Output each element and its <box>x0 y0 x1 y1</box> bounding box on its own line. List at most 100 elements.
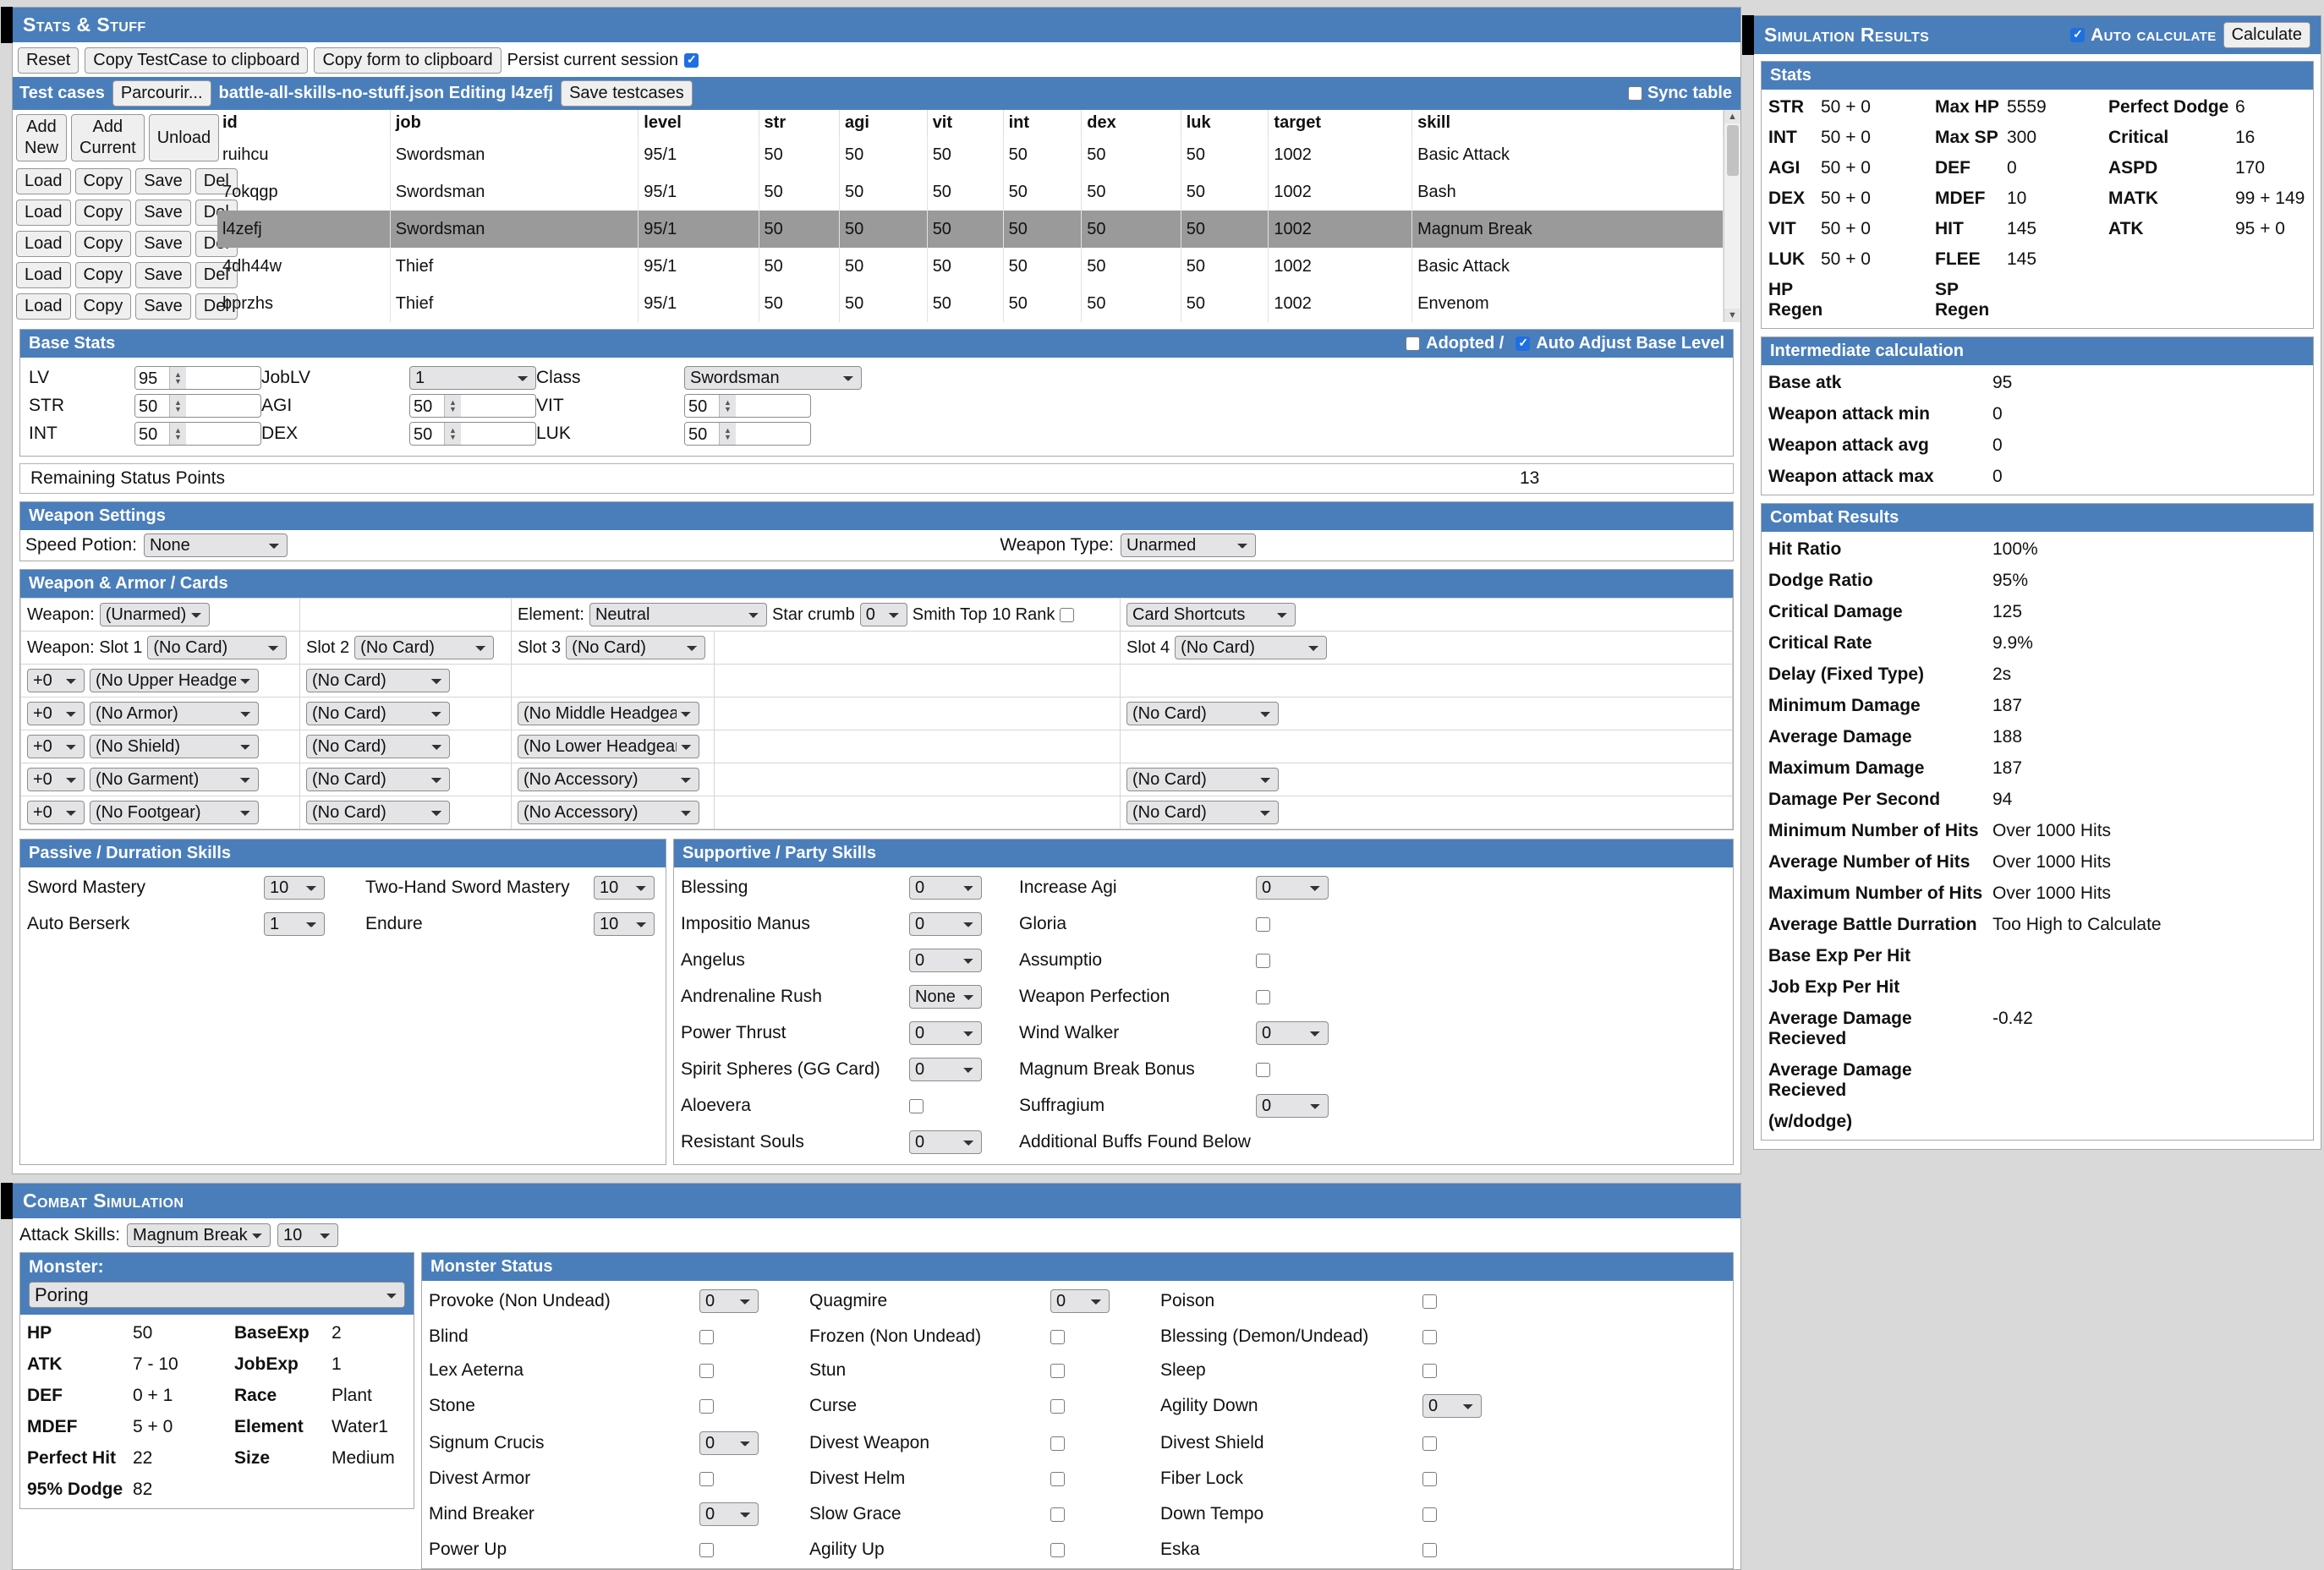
unload-button[interactable]: Unload <box>149 114 219 161</box>
passive-skill-select[interactable]: 10 <box>264 876 325 900</box>
monster-status-checkbox[interactable] <box>699 1543 714 1557</box>
save-testcases-button[interactable]: Save testcases <box>561 80 693 107</box>
extra-card-select[interactable]: (No Card) <box>1126 768 1279 791</box>
gear-select[interactable]: (No Armor) <box>90 702 259 725</box>
int-spinner[interactable]: ▲▼ <box>169 423 186 445</box>
luk-spinner[interactable]: ▲▼ <box>719 423 736 445</box>
monster-status-checkbox[interactable] <box>1422 1294 1437 1309</box>
table-row[interactable]: 4dh44wThief95/15050505050501002Basic Att… <box>217 248 1724 285</box>
weapon-slot1-select[interactable]: (No Card) <box>147 636 287 659</box>
testcases-scrollbar[interactable]: ▲ ▼ <box>1724 110 1740 322</box>
element-select[interactable]: Neutral <box>589 603 767 626</box>
monster-status-checkbox[interactable] <box>1050 1330 1065 1344</box>
gear-select[interactable]: (No Shield) <box>90 735 259 758</box>
save-button[interactable]: Save <box>135 231 191 257</box>
str-spinner[interactable]: ▲▼ <box>169 395 186 417</box>
monster-status-checkbox[interactable] <box>1422 1507 1437 1522</box>
vit-stepper[interactable]: 50▲▼ <box>684 394 811 418</box>
monster-status-checkbox[interactable] <box>699 1472 714 1486</box>
load-button[interactable]: Load <box>16 200 71 226</box>
table-row[interactable]: ruihcuSwordsman95/15050505050501002Basic… <box>217 136 1724 173</box>
support-skill-select[interactable]: 0 <box>909 1021 982 1045</box>
scroll-up-icon[interactable]: ▲ <box>1724 110 1740 123</box>
support-skill-select[interactable]: 0 <box>909 949 982 972</box>
extra-card-select[interactable]: (No Card) <box>1126 801 1279 824</box>
extra-gear-select[interactable]: (No Accessory) <box>518 768 699 791</box>
monster-status-select[interactable]: 0 <box>1050 1289 1110 1313</box>
extra-gear-select[interactable]: (No Middle Headgear) <box>518 702 699 725</box>
refine-select[interactable]: +0 <box>27 735 85 758</box>
browse-file-button[interactable]: Parcourir... <box>112 80 211 107</box>
add-current-button[interactable]: Add Current <box>71 114 145 161</box>
dex-spinner[interactable]: ▲▼ <box>444 423 461 445</box>
gear-select[interactable]: (No Garment) <box>90 768 259 791</box>
copy-form-button[interactable]: Copy form to clipboard <box>314 47 501 74</box>
slot2-select[interactable]: (No Card) <box>354 636 494 659</box>
load-button[interactable]: Load <box>16 262 71 288</box>
add-new-button[interactable]: Add New <box>16 114 67 161</box>
copy-button[interactable]: Copy <box>75 262 132 288</box>
passive-skill-select[interactable]: 1 <box>264 912 325 936</box>
support-skill-select[interactable]: 0 <box>1256 1021 1329 1045</box>
attack-skill-select[interactable]: Magnum Break <box>127 1223 271 1247</box>
weapon-select[interactable]: (Unarmed) <box>100 603 210 626</box>
support-skill-checkbox[interactable] <box>1256 954 1270 968</box>
lv-stepper[interactable]: 95▲▼ <box>134 366 261 390</box>
support-skill-checkbox[interactable] <box>1256 1063 1270 1077</box>
monster-status-checkbox[interactable] <box>699 1330 714 1344</box>
calculate-button[interactable]: Calculate <box>2223 22 2310 48</box>
monster-status-checkbox[interactable] <box>1050 1399 1065 1414</box>
load-button[interactable]: Load <box>16 168 71 194</box>
monster-status-checkbox[interactable] <box>1422 1436 1437 1451</box>
support-skill-select[interactable]: 0 <box>1256 1094 1329 1118</box>
auto-adjust-base-level-checkbox[interactable] <box>1516 336 1530 351</box>
monster-status-checkbox[interactable] <box>1422 1330 1437 1344</box>
gear-select[interactable]: (No Footgear) <box>90 801 259 824</box>
passive-skill-select[interactable]: 10 <box>594 876 655 900</box>
table-row[interactable]: 7okqgpSwordsman95/15050505050501002Bash <box>217 173 1724 211</box>
table-row[interactable]: l4zefjSwordsman95/15050505050501002Magnu… <box>217 211 1724 248</box>
agi-stepper[interactable]: 50▲▼ <box>409 394 536 418</box>
monster-status-checkbox[interactable] <box>1050 1472 1065 1486</box>
support-skill-select[interactable]: 0 <box>909 876 982 900</box>
auto-calculate-checkbox[interactable] <box>2070 28 2085 42</box>
monster-status-checkbox[interactable] <box>699 1364 714 1378</box>
monster-status-select[interactable]: 0 <box>1422 1394 1482 1418</box>
support-skill-select[interactable]: 0 <box>909 1058 982 1081</box>
monster-status-checkbox[interactable] <box>1422 1472 1437 1486</box>
save-button[interactable]: Save <box>135 168 191 194</box>
speed-potion-select[interactable]: None <box>144 533 288 557</box>
support-skill-checkbox[interactable] <box>909 1099 924 1113</box>
joblv-select[interactable]: 1 <box>409 366 536 390</box>
monster-select[interactable]: Poring <box>29 1282 405 1308</box>
support-skill-checkbox[interactable] <box>1256 917 1270 932</box>
copy-button[interactable]: Copy <box>75 168 132 194</box>
scroll-down-icon[interactable]: ▼ <box>1724 309 1740 322</box>
int-stepper[interactable]: 50▲▼ <box>134 422 261 446</box>
load-button[interactable]: Load <box>16 231 71 257</box>
monster-status-checkbox[interactable] <box>699 1399 714 1414</box>
dex-stepper[interactable]: 50▲▼ <box>409 422 536 446</box>
vit-spinner[interactable]: ▲▼ <box>719 395 736 417</box>
class-select[interactable]: Swordsman <box>684 366 862 390</box>
agi-spinner[interactable]: ▲▼ <box>444 395 461 417</box>
copy-button[interactable]: Copy <box>75 200 132 226</box>
monster-status-select[interactable]: 0 <box>699 1289 759 1313</box>
copy-button[interactable]: Copy <box>75 231 132 257</box>
star-crumb-select[interactable]: 0 <box>860 603 907 626</box>
refine-select[interactable]: +0 <box>27 801 85 824</box>
adopted-checkbox[interactable] <box>1406 336 1420 351</box>
card-select[interactable]: (No Card) <box>306 768 450 791</box>
persist-session-checkbox[interactable] <box>684 53 699 68</box>
support-skill-select[interactable]: None <box>909 985 982 1009</box>
extra-card-select[interactable]: (No Card) <box>1126 702 1279 725</box>
refine-select[interactable]: +0 <box>27 768 85 791</box>
support-skill-checkbox[interactable] <box>1256 990 1270 1004</box>
monster-status-checkbox[interactable] <box>1050 1436 1065 1451</box>
card-select[interactable]: (No Card) <box>306 801 450 824</box>
save-button[interactable]: Save <box>135 262 191 288</box>
slot3-select[interactable]: (No Card) <box>566 636 705 659</box>
passive-skill-select[interactable]: 10 <box>594 912 655 936</box>
card-select[interactable]: (No Card) <box>306 702 450 725</box>
smith-top10-checkbox[interactable] <box>1060 608 1074 622</box>
